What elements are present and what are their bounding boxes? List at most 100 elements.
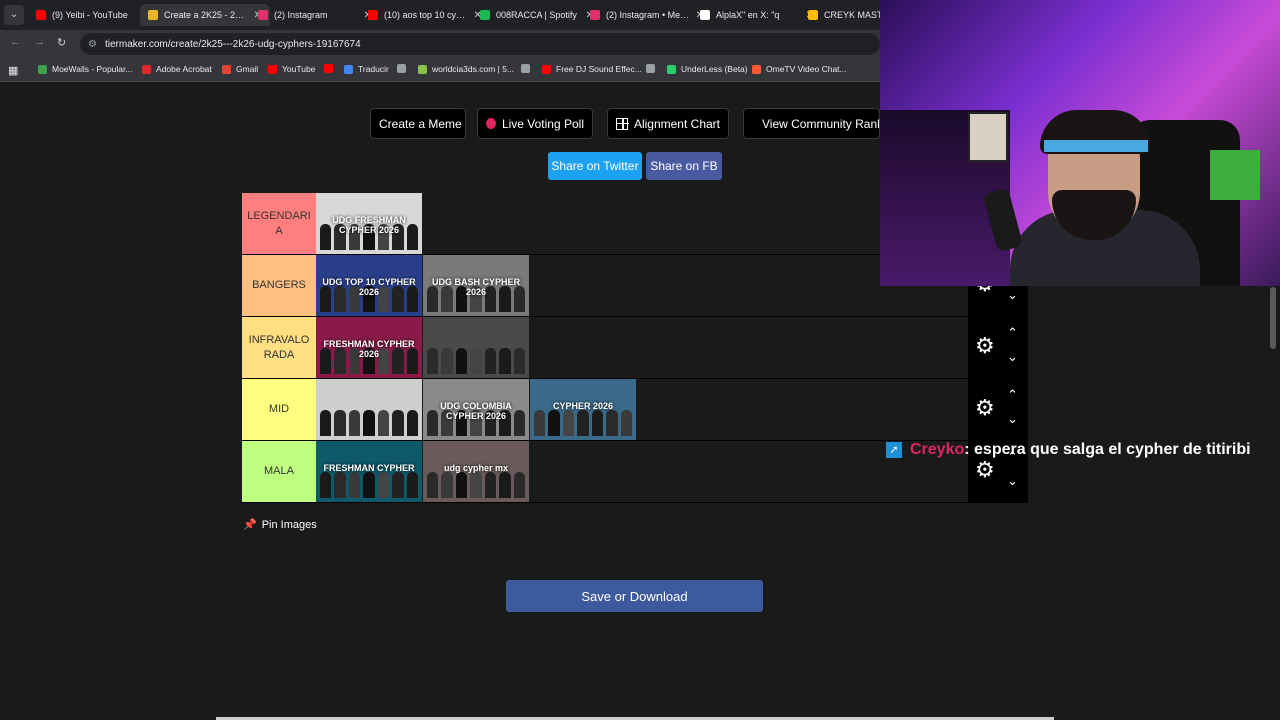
- pin-images-label: Pin Images: [261, 518, 317, 531]
- bookmark-item[interactable]: [397, 64, 411, 73]
- thumbnail-people: [427, 348, 525, 374]
- tier-label[interactable]: MALA: [242, 441, 316, 502]
- bookmark-item[interactable]: Gmail: [222, 64, 258, 74]
- tier-thumbnail[interactable]: udg cypher mx: [423, 441, 529, 502]
- create-meme-label: Create a Meme: [379, 116, 462, 131]
- tab-title: (9) Yeibi - YouTube: [52, 10, 128, 20]
- bookmark-item[interactable]: [521, 64, 535, 73]
- bookmark-item[interactable]: [646, 64, 660, 73]
- back-arrow-icon[interactable]: ←: [10, 36, 21, 48]
- bookmark-item[interactable]: Traducir: [344, 64, 389, 74]
- apps-grid-icon[interactable]: ▦: [8, 64, 18, 77]
- browser-tab[interactable]: (10) aos top 10 cypher ✕: [360, 4, 490, 26]
- tier-thumbnail[interactable]: CYPHER 2026: [530, 379, 636, 440]
- tier-thumbnail[interactable]: UDG TOP 10 CYPHER 2026: [316, 255, 422, 316]
- thumbnail-caption: FRESHMAN CYPHER 2026: [323, 339, 415, 359]
- bookmark-label: YouTube: [282, 64, 316, 74]
- tier-items: UDG FRESHMAN CYPHER 2026: [316, 193, 423, 254]
- chevron-down-icon[interactable]: ⌄: [1007, 473, 1018, 489]
- vertical-scrollbar[interactable]: [1270, 287, 1276, 349]
- bookmark-item[interactable]: worldcia3ds.com | 5...: [418, 64, 514, 74]
- bookmark-item[interactable]: UnderLess (Beta): [667, 64, 748, 74]
- chevron-down-icon[interactable]: ⌄: [1007, 411, 1018, 427]
- tab-title: (2) Instagram: [274, 10, 328, 20]
- save-or-download-button[interactable]: Save or Download: [506, 580, 763, 612]
- tier-thumbnail[interactable]: UDG FRESHMAN CYPHER 2026: [316, 193, 422, 254]
- create-meme-button[interactable]: Create a Meme: [370, 108, 466, 139]
- share-twitter-button[interactable]: Share on Twitter: [548, 152, 642, 180]
- webcam-overlay: [880, 0, 1280, 286]
- thumbnail-caption: udg cypher mx: [443, 463, 508, 473]
- bookmark-item[interactable]: Free DJ Sound Effec...: [542, 64, 642, 74]
- tab-title: 008RACCA | Spotify: [496, 10, 577, 20]
- bookmark-favicon-icon: [268, 64, 277, 74]
- grid-icon: [616, 117, 629, 130]
- share-facebook-button[interactable]: Share on FB: [646, 152, 722, 180]
- share-facebook-label: Share on FB: [650, 159, 718, 173]
- thumbnail-caption: UDG FRESHMAN CYPHER 2026: [332, 215, 406, 235]
- bookmark-favicon-icon: [222, 64, 231, 74]
- tab-favicon-icon: [368, 10, 378, 20]
- tab-title: Create a 2K25 - 2K26: [164, 10, 250, 20]
- gear-icon[interactable]: ⚙: [975, 397, 995, 419]
- thumbnail-caption: UDG TOP 10 CYPHER 2026: [322, 277, 416, 297]
- bookmark-favicon-icon: [646, 64, 655, 73]
- bookmark-favicon-icon: [752, 64, 761, 74]
- view-community-rankings-button[interactable]: View Community Rankings: [743, 108, 880, 139]
- browser-tab[interactable]: (9) Yeibi - YouTube✕: [28, 4, 158, 26]
- thumbnail-caption: CYPHER 2026: [552, 401, 614, 411]
- pushpin-icon: 📌: [243, 519, 257, 531]
- address-bar[interactable]: ⚙ tiermaker.com/create/2k25---2k26-udg-c…: [80, 33, 880, 55]
- url-text: tiermaker.com/create/2k25---2k26-udg-cyp…: [104, 38, 361, 50]
- bookmark-item[interactable]: YouTube: [268, 64, 315, 74]
- chevron-up-icon[interactable]: ⌃: [1007, 325, 1018, 341]
- tier-thumbnail[interactable]: [423, 317, 529, 378]
- tier-label[interactable]: BANGERS: [242, 255, 316, 316]
- tab-search-chevron-icon[interactable]: ⌄: [4, 5, 24, 25]
- thumbnail-caption: UDG BASH CYPHER 2026: [431, 277, 520, 297]
- thumbnail-people: [320, 410, 418, 436]
- tier-items: UDG COLOMBIA CYPHER 2026 CYPHER 2026: [316, 379, 637, 440]
- tier-label[interactable]: MID: [242, 379, 316, 440]
- tab-favicon-icon: [480, 10, 490, 20]
- tier-thumbnail[interactable]: [316, 379, 422, 440]
- chevron-down-icon[interactable]: ⌄: [1007, 349, 1018, 365]
- tier-thumbnail[interactable]: UDG COLOMBIA CYPHER 2026: [423, 379, 529, 440]
- chevron-down-icon[interactable]: ⌄: [1007, 287, 1018, 303]
- tier-items: UDG TOP 10 CYPHER 2026 UDG BASH CYPHER 20…: [316, 255, 530, 316]
- bookmark-favicon-icon: [397, 64, 406, 73]
- chat-message-text: : espera que salga el cypher de titiribi: [964, 441, 1251, 458]
- bookmark-label: worldcia3ds.com | 5...: [432, 64, 515, 74]
- chevron-up-icon[interactable]: ⌃: [1007, 387, 1018, 403]
- save-or-download-label: Save or Download: [581, 588, 688, 604]
- thumbnail-people: [427, 472, 525, 498]
- bookmark-label: OmeTV Video Chat...: [766, 64, 847, 74]
- tier-thumbnail[interactable]: UDG BASH CYPHER 2026: [423, 255, 529, 316]
- webcam-headband: [1044, 140, 1148, 152]
- bookmark-label: Free DJ Sound Effec...: [556, 64, 642, 74]
- tier-label[interactable]: INFRAVALORADA: [242, 317, 316, 378]
- tier-controls: ⚙ ⌃ ⌄: [968, 379, 1028, 440]
- view-community-label: View Community Rankings: [762, 116, 879, 131]
- live-voting-poll-button[interactable]: Live Voting Poll: [477, 108, 593, 139]
- tier-label[interactable]: LEGENDARIA: [242, 193, 316, 254]
- gear-icon[interactable]: ⚙: [975, 335, 995, 357]
- reload-icon[interactable]: ↻: [57, 36, 66, 49]
- tier-thumbnail[interactable]: FRESHMAN CYPHER: [316, 441, 422, 502]
- live-voting-label: Live Voting Poll: [501, 116, 584, 131]
- bookmark-item[interactable]: MoeWalls - Popular...: [38, 64, 132, 74]
- tab-favicon-icon: [148, 10, 158, 20]
- bookmark-item[interactable]: OmeTV Video Chat...: [752, 64, 847, 74]
- tab-favicon-icon: [808, 10, 818, 20]
- bookmark-item[interactable]: Adobe Acrobat: [142, 64, 212, 74]
- gear-icon[interactable]: ⚙: [975, 459, 995, 481]
- bookmark-item[interactable]: [324, 64, 338, 73]
- site-info-icon[interactable]: ⚙: [88, 39, 97, 50]
- tier-thumbnail[interactable]: FRESHMAN CYPHER 2026: [316, 317, 422, 378]
- share-twitter-label: Share on Twitter: [551, 159, 639, 173]
- tab-favicon-icon: [258, 10, 268, 20]
- forward-arrow-icon[interactable]: →: [34, 36, 45, 48]
- alignment-chart-button[interactable]: Alignment Chart: [607, 108, 729, 139]
- bookmark-favicon-icon: [38, 64, 47, 74]
- pin-images-toggle[interactable]: 📌 Pin Images: [243, 518, 317, 532]
